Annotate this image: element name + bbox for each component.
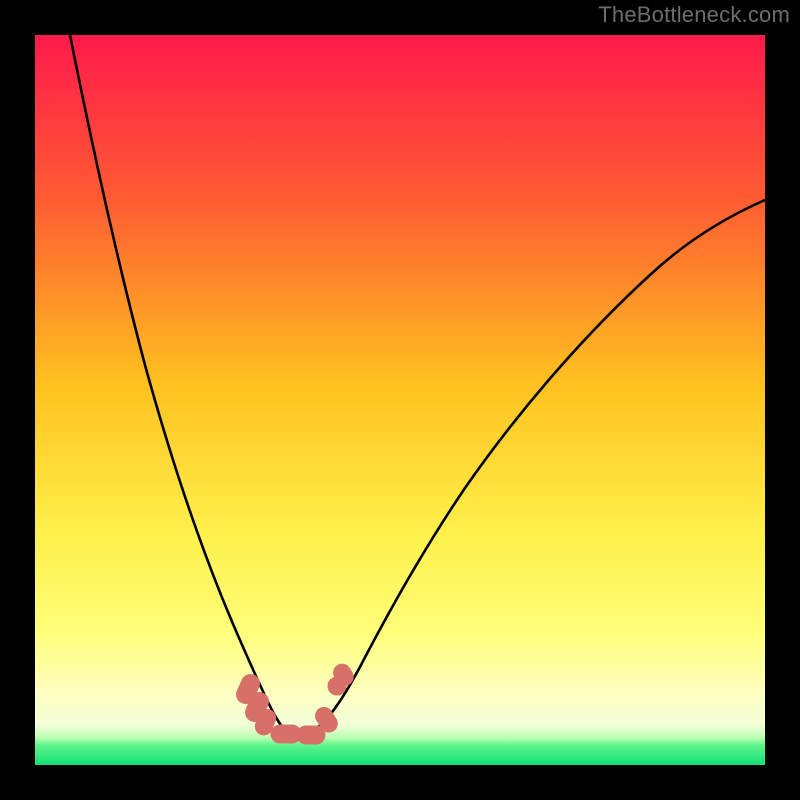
bottleneck-chart-svg bbox=[35, 35, 765, 765]
plot-area bbox=[35, 35, 765, 765]
chart-frame: TheBottleneck.com bbox=[0, 0, 800, 800]
marker-bottom-2 bbox=[297, 726, 325, 744]
marker-bottom-1 bbox=[271, 725, 301, 743]
watermark-text: TheBottleneck.com bbox=[598, 2, 790, 28]
gradient-background bbox=[35, 35, 765, 765]
